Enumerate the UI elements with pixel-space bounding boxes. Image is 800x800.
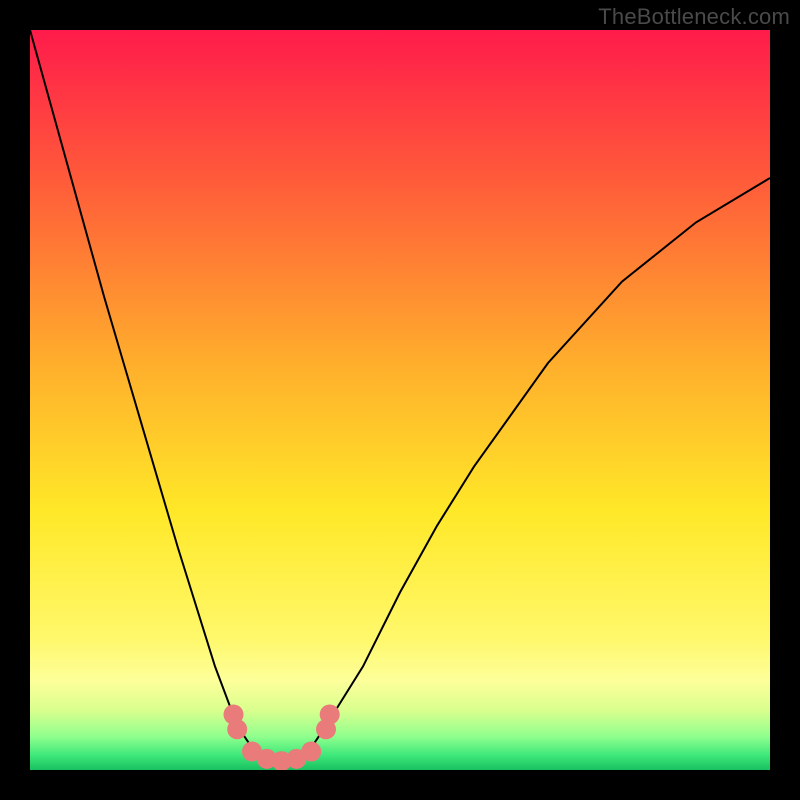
- bottleneck-chart: [30, 30, 770, 770]
- gradient-backdrop: [30, 30, 770, 770]
- highlight-dot: [320, 705, 340, 725]
- highlight-dot: [227, 719, 247, 739]
- watermark-text: TheBottleneck.com: [598, 4, 790, 30]
- highlight-dot: [301, 742, 321, 762]
- chart-frame: TheBottleneck.com: [0, 0, 800, 800]
